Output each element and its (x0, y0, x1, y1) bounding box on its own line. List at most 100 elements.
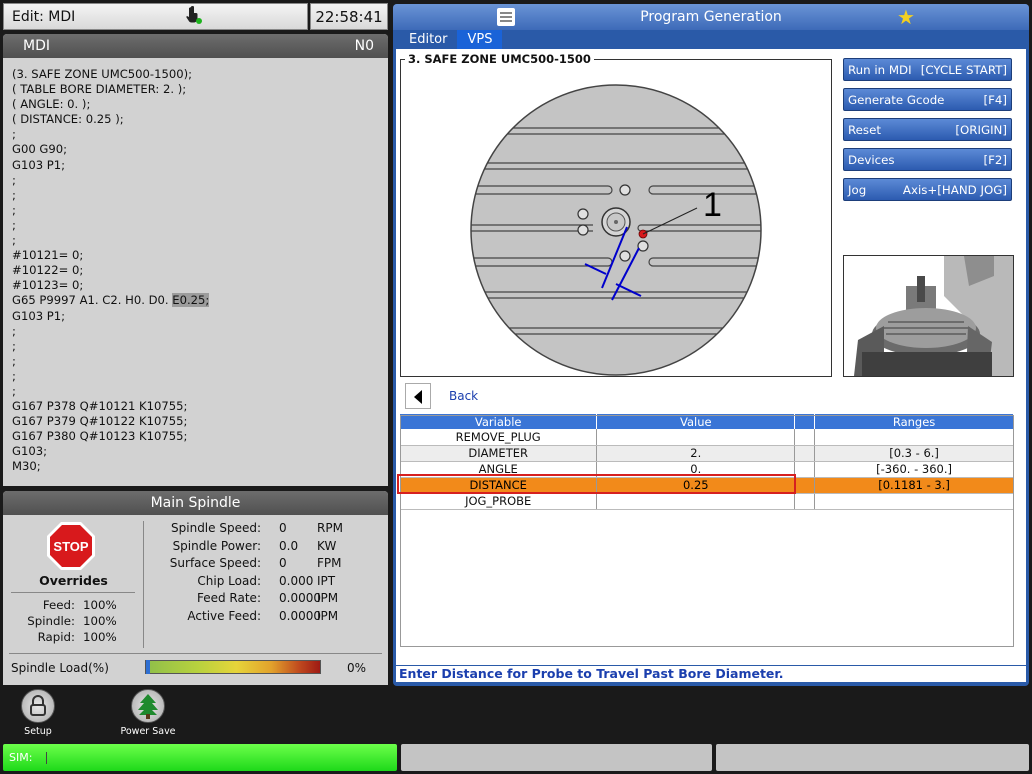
override-value: 100% (83, 630, 117, 644)
back-arrow-icon (414, 390, 422, 404)
code-text: ; (12, 127, 16, 142)
code-line[interactable]: G00 G90; (12, 142, 388, 157)
table-body: REMOVE_PLUG DIAMETER 2. [0.3 - 6.] ANGLE 0. [-… (400, 429, 1014, 510)
range-cell: [0.1181 - 3.] (814, 477, 1014, 494)
code-line[interactable]: G103 P1; (12, 309, 388, 324)
status-slot-2 (401, 744, 712, 771)
button-label: Jog (848, 182, 867, 197)
stop-label: STOP (53, 539, 88, 554)
code-text: G65 P9997 A1. C2. H0. D0. (12, 293, 173, 308)
code-line[interactable]: G167 P379 Q#10122 K10755; (12, 414, 388, 429)
jog-button[interactable]: Jog Axis+[HAND JOG] (843, 178, 1012, 201)
range-cell (814, 429, 1014, 446)
code-line[interactable]: ( DISTANCE: 0.25 ); (12, 112, 388, 127)
code-line[interactable]: G65 P9997 A1. C2. H0. D0. E0.25; (12, 293, 388, 308)
tab-editor[interactable]: Editor (399, 30, 457, 49)
stat-label: Feed Rate: (196, 591, 261, 605)
back-link[interactable]: Back (449, 389, 478, 403)
code-line[interactable]: ; (12, 203, 388, 218)
code-text: ; (12, 233, 16, 248)
code-text: #10122= 0; (12, 263, 84, 278)
lock-icon (21, 689, 55, 723)
column-header: Ranges (814, 414, 1014, 429)
spindle-stat: Surface Speed: 0 FPM (149, 555, 343, 573)
table-row[interactable]: DISTANCE 0.25 [0.1181 - 3.] (400, 477, 1014, 494)
mdi-code-list[interactable]: (3. SAFE ZONE UMC500-1500);( TABLE BORE … (3, 58, 388, 475)
code-line[interactable]: ; (12, 339, 388, 354)
run-in-mdi-button[interactable]: Run in MDI [CYCLE START] (843, 58, 1012, 81)
code-line[interactable]: #10123= 0; (12, 278, 388, 293)
code-line[interactable]: ; (12, 369, 388, 384)
code-line[interactable]: ; (12, 127, 388, 142)
table-row[interactable]: ANGLE 0. [-360. - 360.] (400, 461, 1014, 478)
code-line[interactable]: ; (12, 218, 388, 233)
table-row[interactable]: DIAMETER 2. [0.3 - 6.] (400, 445, 1014, 462)
code-text: G167 P380 Q#10123 K10755; (12, 429, 188, 444)
vps-title: Program Generation (640, 9, 782, 25)
button-shortcut: [ORIGIN] (955, 122, 1007, 137)
vps-header: Program Generation ★ (393, 4, 1029, 30)
spacer-cell (794, 477, 816, 494)
code-line[interactable]: ; (12, 354, 388, 369)
table-row[interactable]: REMOVE_PLUG (400, 429, 1014, 446)
code-text: ; (12, 172, 16, 187)
code-line[interactable]: G167 P380 Q#10123 K10755; (12, 429, 388, 444)
override-value: 100% (83, 598, 117, 612)
dock-item-setup[interactable]: Setup (3, 689, 73, 737)
button-label: Devices (848, 152, 895, 167)
stat-unit: KW (317, 538, 337, 553)
code-text: G103 P1; (12, 308, 66, 323)
variable-table: Variable Value Ranges REMOVE_PLUG DIAMETER 2… (400, 414, 1014, 510)
value-cell[interactable]: 0. (596, 461, 796, 478)
tab-bar: Editor VPS (393, 30, 1029, 49)
edit-mode-label: Edit: MDI (12, 8, 76, 25)
devices-button[interactable]: Devices [F2] (843, 148, 1012, 171)
value-cell[interactable]: 2. (596, 445, 796, 462)
spindle-stat: Chip Load: 0.000 IPT (149, 573, 343, 591)
code-line[interactable]: G103; (12, 444, 388, 459)
value-cell[interactable]: 0.25 (596, 477, 796, 494)
sim-status-bar: SIM: (3, 744, 397, 771)
menu-icon[interactable] (497, 8, 515, 26)
reset-button[interactable]: Reset [ORIGIN] (843, 118, 1012, 141)
code-text: #10121= 0; (12, 248, 84, 263)
value-cell[interactable] (596, 429, 796, 446)
spacer-cell (794, 445, 816, 462)
code-line[interactable]: (3. SAFE ZONE UMC500-1500); (12, 67, 388, 82)
code-text: G167 P379 Q#10122 K10755; (12, 414, 188, 429)
tab-vps[interactable]: VPS (457, 30, 503, 49)
callout-number: 1 (703, 186, 722, 224)
stat-value: 0 (279, 556, 287, 570)
code-line[interactable]: #10122= 0; (12, 263, 388, 278)
override-label: Rapid: (37, 630, 75, 644)
spindle-load-bar (145, 660, 321, 674)
stat-label: Spindle Speed: (171, 521, 261, 535)
code-line[interactable]: ; (12, 233, 388, 248)
code-line[interactable]: ( TABLE BORE DIAMETER: 2. ); (12, 82, 388, 97)
code-line[interactable]: ; (12, 188, 388, 203)
value-cell[interactable] (596, 493, 796, 510)
dock-item-power-save[interactable]: Power Save (113, 689, 183, 737)
code-line[interactable]: G103 P1; (12, 158, 388, 173)
code-line[interactable]: #10121= 0; (12, 248, 388, 263)
code-line[interactable]: ( ANGLE: 0. ); (12, 97, 388, 112)
dock-label-setup: Setup (24, 726, 52, 737)
star-icon[interactable]: ★ (897, 5, 915, 29)
code-line[interactable]: ; (12, 384, 388, 399)
code-line[interactable]: ; (12, 173, 388, 188)
code-line[interactable]: M30; (12, 459, 388, 474)
status-slot-3 (716, 744, 1029, 771)
overrides-title: Overrides (39, 573, 108, 588)
code-text: ( DISTANCE: 0.25 ); (12, 112, 124, 127)
generate-gcode-button[interactable]: Generate Gcode [F4] (843, 88, 1012, 111)
code-line[interactable]: G167 P378 Q#10121 K10755; (12, 399, 388, 414)
table-header-row: Variable Value Ranges (400, 414, 1014, 429)
spacer-cell (794, 493, 816, 510)
handle-jog-icon[interactable] (185, 5, 203, 29)
table-row[interactable]: JOG_PROBE (400, 493, 1014, 510)
back-button[interactable] (405, 383, 431, 409)
button-label: Run in MDI (848, 62, 912, 77)
code-text: G00 G90; (12, 142, 68, 157)
code-line[interactable]: ; (12, 324, 388, 339)
column-header: Value (596, 414, 796, 429)
